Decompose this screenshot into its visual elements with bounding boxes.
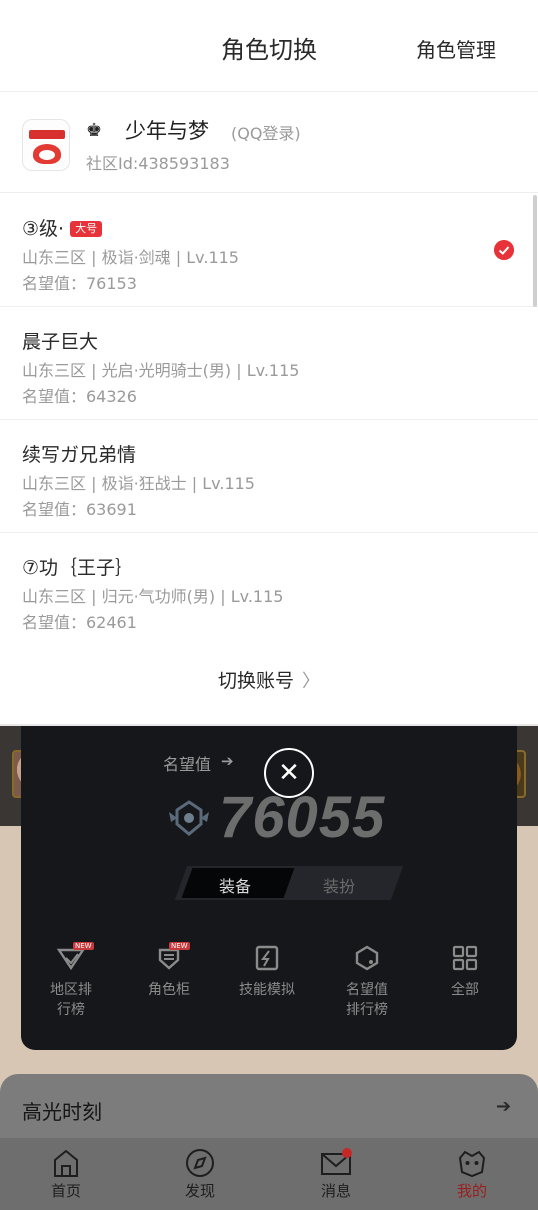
- grid-label: 名望值 排行榜: [346, 982, 388, 1018]
- grid-label: 角色柜: [148, 982, 190, 998]
- tab-label: 发现: [184, 1182, 215, 1200]
- tab-label: 首页: [50, 1182, 81, 1200]
- fame-panel: 名望值 ➔ 76055 ✕ 装备 装扮 NEW 地区排 行榜 NEW 角色柜 技…: [21, 726, 517, 1050]
- fame-label[interactable]: 名望值: [163, 751, 211, 775]
- grid-all[interactable]: 全部: [419, 944, 511, 1000]
- role-item[interactable]: 晨子巨大 山东三区 | 光启·光明骑士(男) | Lv.115 名望值：6432…: [0, 307, 538, 420]
- role-switch-sheet: 角色切换 角色管理 ♚ 少年与梦 (QQ登录) 社区Id:438593183 ③…: [0, 0, 538, 726]
- sheet-header: 角色切换 角色管理: [0, 0, 538, 92]
- check-icon: [494, 240, 514, 260]
- crown-icon: ♚: [86, 120, 103, 141]
- grid-label: 技能模拟: [239, 982, 295, 998]
- tab-label: 我的: [456, 1182, 487, 1200]
- role-name: 晨子巨大: [22, 331, 99, 353]
- unread-dot: [342, 1148, 352, 1158]
- role-item[interactable]: ③级· 大号 山东三区 | 极诣·剑魂 | Lv.115 名望值：76153: [0, 194, 538, 307]
- role-name: 续写ガ兄弟情: [22, 444, 137, 466]
- arrow-right-icon: ➔: [221, 752, 234, 770]
- community-id: 社区Id:438593183: [86, 154, 230, 173]
- arrow-right-icon: ➔: [496, 1096, 512, 1117]
- role-item[interactable]: 续写ガ兄弟情 山东三区 | 极诣·狂战士 | Lv.115 名望值：63691: [0, 420, 538, 533]
- tab-label: 消息: [320, 1182, 351, 1200]
- new-badge: NEW: [73, 942, 94, 950]
- close-icon[interactable]: ✕: [264, 748, 314, 798]
- role-name-text: ③级·: [22, 218, 65, 240]
- grid-label: 地区排 行榜: [50, 982, 92, 1018]
- fame-rank-icon: [355, 945, 379, 971]
- grid-region-rank[interactable]: NEW 地区排 行榜: [25, 942, 117, 1020]
- compass-icon: [186, 1149, 214, 1177]
- tab-profile[interactable]: 我的: [432, 1148, 512, 1201]
- role-info: 山东三区 | 归元·气功师(男) | Lv.115: [22, 587, 284, 606]
- switch-account-button[interactable]: 切换账号〉: [0, 648, 538, 708]
- background-app: 宠物 称号 名望值 ➔ 76055 ✕ 装备 装扮 NEW 地区排 行榜 NEW: [0, 726, 538, 1210]
- grid-all-icon: [452, 945, 478, 971]
- bottom-tab-bar: 首页 发现 消息 我的: [0, 1138, 538, 1210]
- home-icon: [54, 1149, 78, 1177]
- grid-wardrobe[interactable]: NEW 角色柜: [123, 942, 215, 1000]
- manage-roles-button[interactable]: 角色管理: [416, 34, 496, 63]
- role-item[interactable]: ⑦功｛王子｝ 山东三区 | 归元·气功师(男) | Lv.115 名望值：624…: [0, 533, 538, 646]
- role-fame: 名望值：76153: [22, 274, 137, 293]
- chevron-right-icon: 〉: [302, 671, 320, 692]
- role-name: ③级· 大号: [22, 214, 103, 241]
- grid-label: 全部: [451, 982, 479, 998]
- main-account-badge: 大号: [70, 221, 103, 237]
- grid-fame-rank[interactable]: 名望值 排行榜: [321, 944, 413, 1020]
- new-badge: NEW: [169, 942, 190, 950]
- role-info: 山东三区 | 极诣·狂战士 | Lv.115: [22, 474, 255, 493]
- scrollbar[interactable]: [533, 195, 537, 307]
- login-type: (QQ登录): [231, 124, 301, 143]
- account-row: ♚ 少年与梦 (QQ登录) 社区Id:438593183: [0, 93, 538, 193]
- tab-equipment[interactable]: 装备: [219, 873, 251, 897]
- role-fame: 名望值：62461: [22, 613, 137, 632]
- divider: [0, 724, 538, 726]
- profile-icon: [458, 1150, 486, 1178]
- role-info: 山东三区 | 光启·光明骑士(男) | Lv.115: [22, 361, 300, 380]
- equipment-segment: 装备 装扮: [174, 866, 404, 900]
- role-fame: 名望值：64326: [22, 387, 137, 406]
- grid-skill-sim[interactable]: 技能模拟: [221, 944, 313, 1000]
- fame-badge-icon: [169, 800, 209, 836]
- tab-messages[interactable]: 消息: [296, 1148, 376, 1201]
- tab-outfit[interactable]: 装扮: [323, 873, 355, 897]
- role-name: ⑦功｛王子｝: [22, 557, 135, 579]
- tab-home[interactable]: 首页: [26, 1148, 106, 1201]
- account-name: 少年与梦: [125, 119, 209, 143]
- tab-discover[interactable]: 发现: [160, 1148, 240, 1201]
- avatar: [22, 119, 70, 171]
- role-fame: 名望值：63691: [22, 500, 137, 519]
- role-info: 山东三区 | 极诣·剑魂 | Lv.115: [22, 248, 239, 267]
- switch-account-label: 切换账号: [217, 670, 294, 692]
- highlight-title: 高光时刻: [22, 1100, 102, 1124]
- skill-sim-icon: [255, 945, 279, 971]
